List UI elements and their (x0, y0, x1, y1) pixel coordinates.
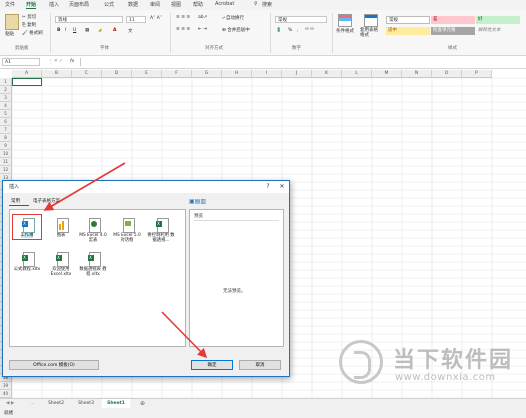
sheet-nav-icons[interactable]: ◀ ▶ (6, 401, 14, 406)
watermark-title: 当下软件园 (393, 348, 514, 373)
watermark: 当下软件园 www.downxia.com (335, 336, 525, 398)
watermark-url: www.downxia.com (395, 372, 496, 383)
watermark-logo (339, 340, 383, 384)
sheet-tab-sheet3[interactable]: Sheet3 (72, 399, 100, 408)
arrow-to-ok (161, 311, 208, 359)
sheet-tab-sheet2[interactable]: Sheet2 (42, 399, 70, 408)
status-text: 就绪 (4, 411, 13, 416)
add-sheet-icon[interactable]: ⊕ (140, 400, 145, 407)
status-bar: 就绪 (0, 408, 526, 418)
arrow-to-workbook (43, 162, 126, 211)
sheet-ellipsis[interactable]: … (30, 401, 35, 406)
